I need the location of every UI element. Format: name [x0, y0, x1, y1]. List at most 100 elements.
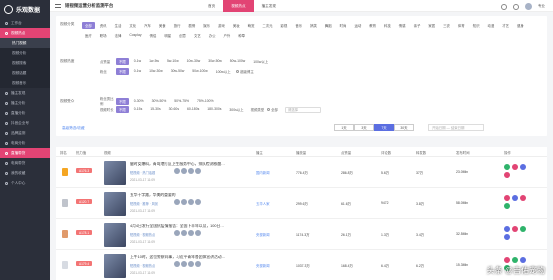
filter-chip[interactable]: 100w以上 — [213, 68, 234, 75]
advanced-filter-link[interactable]: 高级筛选/收藏 — [62, 126, 85, 131]
star-icon[interactable] — [504, 234, 510, 240]
filter-chip[interactable]: 才艺 — [499, 22, 512, 29]
anchor-cell[interactable]: 央视新闻 — [256, 232, 270, 237]
sidebar-item[interactable]: 播主发现 — [0, 88, 50, 98]
filter-chip[interactable]: 30%-50% — [149, 98, 170, 105]
filter-chip[interactable]: 不限 — [116, 106, 129, 113]
sidebar-item[interactable]: 个人中心 — [0, 178, 50, 188]
filter-chip[interactable]: 旅行 — [171, 22, 184, 29]
filter-chip[interactable]: 亲子 — [411, 22, 424, 29]
filter-chip[interactable]: 创意 — [176, 32, 189, 39]
filter-chip[interactable]: 0-30% — [131, 98, 147, 105]
anchor-cell[interactable]: 国内新闻 — [256, 170, 270, 175]
filter-chip[interactable]: 娱乐 — [200, 22, 213, 29]
sidebar-item[interactable]: 视频搜索 — [0, 58, 50, 68]
filter-chip[interactable]: 美食 — [156, 22, 169, 29]
filter-chip[interactable]: 舞蹈 — [322, 22, 335, 29]
sidebar-item[interactable]: 播主分析 — [0, 98, 50, 108]
filter-chip[interactable]: 15-30s — [147, 106, 163, 113]
video-title[interactable]: 上午10时，这位警察同事，习近平青年各团体宣讲活动… — [130, 255, 240, 260]
video-tags[interactable]: 短视频 · 视频热点 — [130, 232, 155, 237]
filter-chip[interactable]: 时尚 — [337, 22, 350, 29]
filter-chip[interactable]: 文艺 — [191, 32, 204, 39]
filter-chip[interactable]: 法律 — [112, 32, 125, 39]
anchor-cell[interactable]: 五华人家 — [256, 201, 270, 206]
user-name[interactable]: 专业 — [538, 4, 545, 9]
top-tab[interactable]: 视频热点 — [223, 0, 254, 12]
anchor-cell[interactable]: 央视新闻 — [256, 263, 270, 268]
search-icon[interactable] — [500, 3, 507, 10]
sidebar-item[interactable]: 工作台 — [0, 18, 50, 28]
bell-icon[interactable] — [512, 3, 519, 10]
filter-chip[interactable]: 三农 — [440, 22, 453, 29]
date-range-input[interactable]: 开始日期 — 结束日期 — [428, 124, 484, 131]
filter-chip[interactable]: 50%-75% — [171, 98, 192, 105]
range-button[interactable]: 3天 — [354, 124, 374, 131]
video-thumbnail[interactable] — [104, 223, 126, 247]
filter-chip[interactable]: 100w以上 — [250, 58, 271, 65]
analyze-icon[interactable] — [504, 164, 510, 170]
video-thumbnail[interactable] — [104, 192, 126, 216]
filter-chip[interactable]: 全部 — [82, 22, 95, 29]
filter-chip[interactable]: 汽车 — [141, 22, 154, 29]
filter-chip[interactable]: 10w-30w — [184, 58, 204, 65]
sidebar-item[interactable]: 视频话题 — [0, 68, 50, 78]
filter-chip[interactable]: 音乐 — [292, 22, 305, 29]
filter-chip[interactable]: 体育 — [455, 22, 468, 29]
sidebar-item[interactable]: 我的收藏 — [0, 168, 50, 178]
filter-chip[interactable]: 1w-5w — [146, 58, 162, 65]
filter-chip[interactable]: Cosplay — [126, 32, 144, 39]
filter-chip[interactable]: 健身 — [514, 22, 527, 29]
video-title[interactable]: 五华十字路，华美的重要的 — [130, 193, 240, 198]
filter-chip[interactable]: 情感 — [396, 22, 409, 29]
filter-chip[interactable]: 0-1w — [131, 68, 144, 75]
sidebar-item[interactable]: 直播带货 — [0, 148, 50, 158]
sidebar-item[interactable]: 热门视频 — [0, 38, 50, 48]
sidebar-item[interactable]: 直播分析 — [0, 108, 50, 118]
sidebar-item[interactable]: 品牌监测 — [0, 128, 50, 138]
filter-chip[interactable]: 教育 — [366, 22, 379, 29]
type-all-radio[interactable]: 全部 — [266, 107, 278, 112]
favorite-icon[interactable] — [512, 195, 518, 201]
filter-chip[interactable]: 不限 — [116, 68, 129, 75]
video-tags[interactable]: 短视频 · 视频热点 — [130, 263, 155, 268]
analyze-icon[interactable] — [504, 226, 510, 232]
filter-chip[interactable]: 运动 — [351, 22, 364, 29]
top-tab[interactable]: 首页 — [200, 0, 223, 12]
play-icon[interactable] — [520, 257, 526, 263]
video-title[interactable]: 4月4日发行全国抗疫情报告：全国下半年以及，100日… — [130, 224, 240, 229]
video-tags[interactable]: 短视频 · 推荐 · 风景 — [130, 201, 158, 206]
filter-chip[interactable]: 生活 — [112, 22, 125, 29]
filter-chip[interactable]: 明星 — [161, 32, 174, 39]
filter-chip[interactable]: 30-60s — [166, 106, 182, 113]
filter-chip[interactable]: 家居 — [425, 22, 438, 29]
sidebar-item[interactable]: 视频音乐 — [0, 78, 50, 88]
sidebar-item[interactable]: 电商带货 — [0, 158, 50, 168]
filter-chip[interactable]: 资讯 — [97, 22, 110, 29]
video-tags[interactable]: 短视频 · 热门话题 — [130, 170, 155, 175]
play-icon[interactable] — [520, 226, 526, 232]
star-icon[interactable] — [504, 203, 510, 209]
super-blogger-radio[interactable]: 超级博主 — [235, 69, 254, 74]
table-row[interactable]: A176.3 腿时女爆料，青岛港打区卫生服务中心，排队检测核酸… 短视频 · 热门话… — [56, 158, 547, 188]
table-row[interactable]: A120.7 五华十字路，华美的重要的 短视频 · 推荐 · 风景 2021-03-1… — [56, 189, 547, 219]
filter-chip[interactable]: 情侣 — [147, 32, 160, 39]
range-button[interactable]: 30天 — [394, 124, 414, 131]
filter-chip[interactable]: 30w-50w — [205, 58, 225, 65]
filter-chip[interactable]: 游戏 — [215, 22, 228, 29]
filter-chip[interactable]: 0-1w — [131, 58, 144, 65]
analyze-icon[interactable] — [504, 257, 510, 263]
filter-chip[interactable]: 300s以上 — [226, 106, 246, 113]
filter-chip[interactable]: 50w-100w — [189, 68, 210, 75]
sidebar-item[interactable]: 抖音企业号 — [0, 118, 50, 128]
filter-chip[interactable]: 不限 — [116, 97, 129, 105]
filter-chip[interactable]: 60-180s — [184, 106, 202, 113]
video-thumbnail[interactable] — [104, 254, 126, 278]
filter-chip[interactable]: 动漫 — [484, 22, 497, 29]
filter-chip[interactable]: 科技 — [381, 22, 394, 29]
favorite-icon[interactable] — [512, 257, 518, 263]
analyze-icon[interactable] — [504, 195, 510, 201]
filter-chip[interactable]: 影视 — [278, 22, 291, 29]
filter-chip[interactable]: 医疗 — [82, 32, 95, 39]
filter-chip[interactable]: 职场 — [97, 32, 110, 39]
